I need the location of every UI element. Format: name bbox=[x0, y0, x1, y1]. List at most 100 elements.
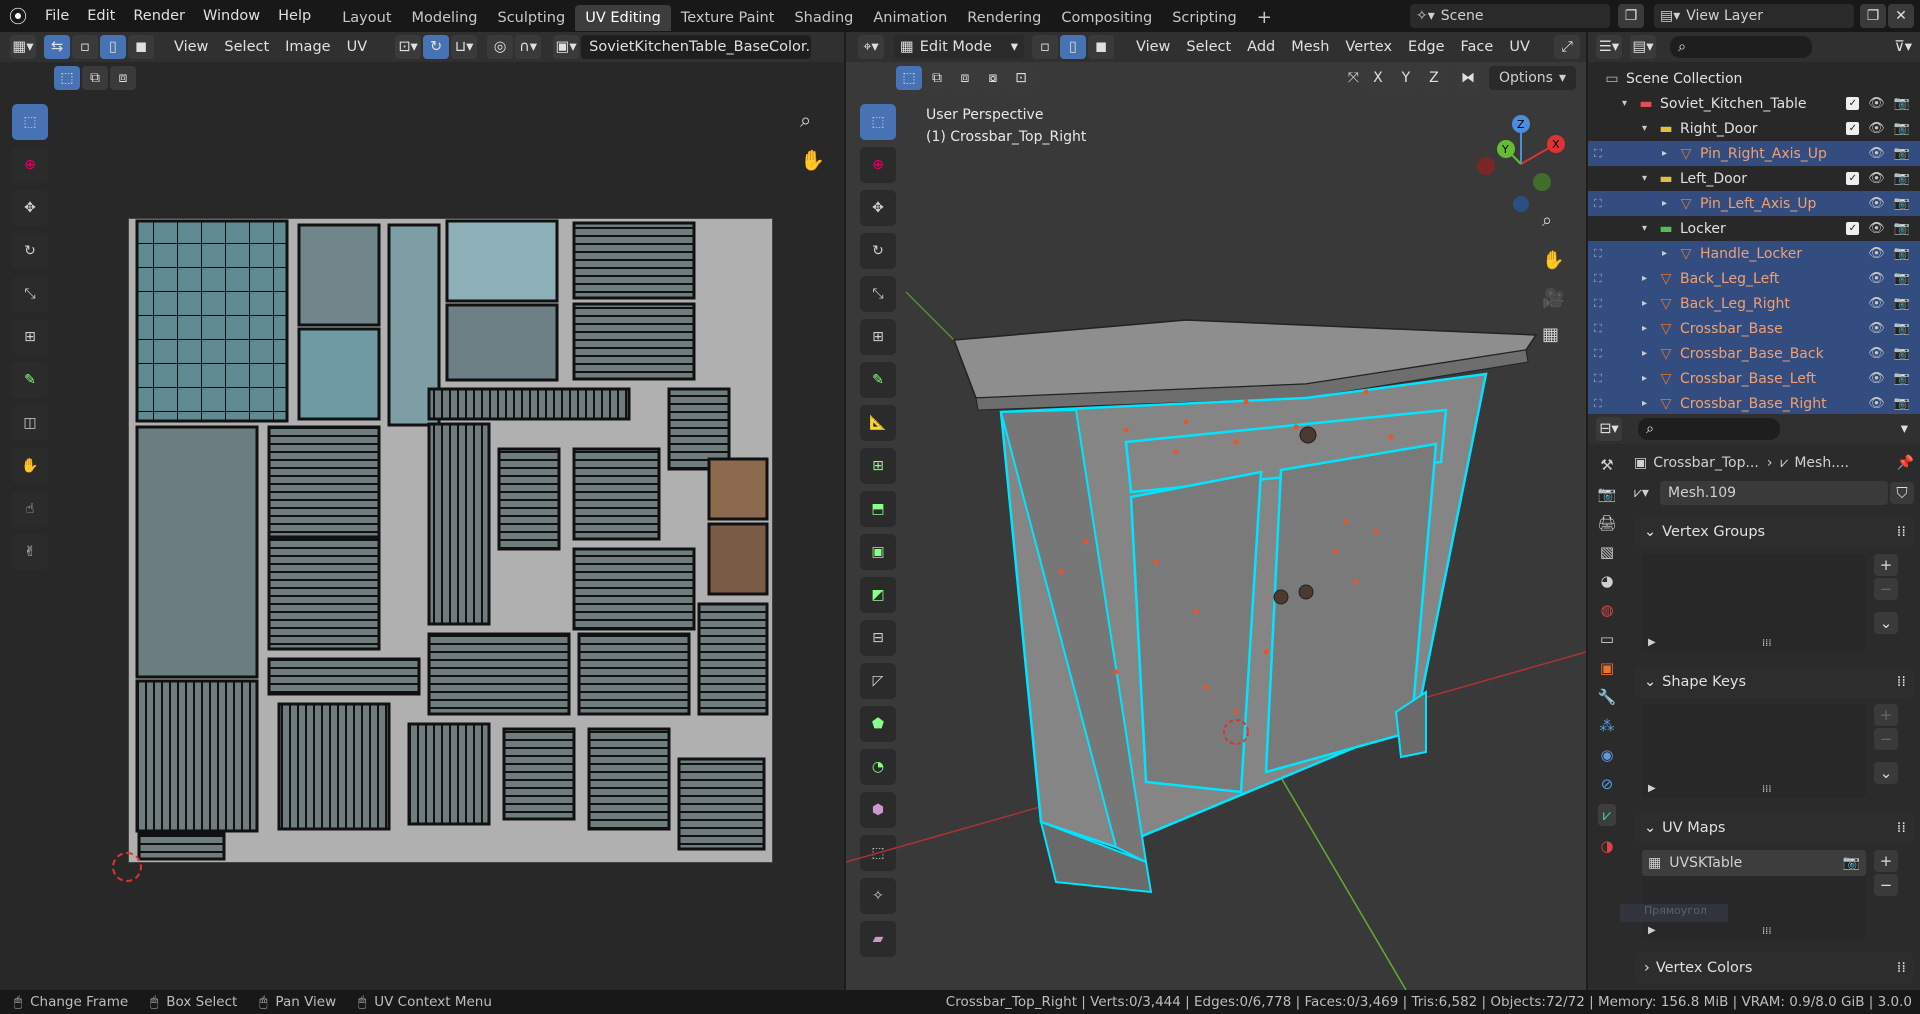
camera-icon[interactable]: 📷 bbox=[1843, 855, 1860, 871]
box-select-invert-icon[interactable]: ⧇ bbox=[980, 66, 1006, 90]
vertex-colors-panel-header[interactable]: › Vertex Colors ⁞⁞ bbox=[1634, 952, 1914, 984]
chevron-right-icon[interactable]: ▸ bbox=[1662, 248, 1676, 259]
chevron-right-icon[interactable]: ▸ bbox=[1662, 148, 1676, 159]
menu-file[interactable]: File bbox=[36, 0, 78, 32]
chevron-right-icon[interactable]: ▸ bbox=[1642, 348, 1656, 359]
outliner-item[interactable]: ▾ ▬ Locker ✓ 👁 📷 bbox=[1588, 216, 1920, 241]
mode-selector[interactable]: ▦ Edit Mode ▾ bbox=[894, 35, 1024, 59]
face-select-icon[interactable]: ◼ bbox=[128, 35, 154, 59]
camera-icon[interactable]: 📷 bbox=[1894, 121, 1910, 136]
outliner-item[interactable]: ▾ ▬ Left_Door ✓ 👁 📷 bbox=[1588, 166, 1920, 191]
transform-orientation-icon[interactable]: ⤢ bbox=[1554, 35, 1580, 59]
uv-maps-panel-header[interactable]: ⌄ UV Maps ⁞⁞ bbox=[1634, 812, 1914, 844]
tab-compositing[interactable]: Compositing bbox=[1051, 5, 1162, 31]
eye-icon[interactable]: 👁 bbox=[1868, 346, 1885, 361]
box-select-new-icon[interactable]: ⬚ bbox=[896, 66, 922, 90]
tab-layout[interactable]: Layout bbox=[332, 5, 401, 31]
tab-scripting[interactable]: Scripting bbox=[1162, 5, 1246, 31]
mirror-icon[interactable]: ⤧ bbox=[1348, 70, 1359, 86]
rotate-tool-icon[interactable]: ↻ bbox=[12, 233, 48, 269]
eye-icon[interactable]: 👁 bbox=[1868, 96, 1885, 111]
outliner-item[interactable]: ▭ Scene Collection bbox=[1588, 66, 1920, 91]
scene-tab-icon[interactable]: ◕ bbox=[1600, 572, 1613, 590]
tab-texture-paint[interactable]: Texture Paint bbox=[671, 5, 785, 31]
add-workspace-button[interactable]: + bbox=[1247, 5, 1282, 31]
uv-map-item[interactable]: ▦ UVSKTable 📷 bbox=[1642, 850, 1866, 876]
tab-modeling[interactable]: Modeling bbox=[402, 5, 488, 31]
mirror-axis-y-button[interactable]: Y bbox=[1392, 66, 1419, 90]
edge-select-icon[interactable]: ▯ bbox=[1060, 35, 1086, 59]
edge-select-icon[interactable]: ▯ bbox=[100, 35, 126, 59]
chevron-right-icon[interactable]: ▶ bbox=[1648, 637, 1656, 648]
camera-icon[interactable]: 📷 bbox=[1894, 296, 1910, 311]
eye-icon[interactable]: 👁 bbox=[1868, 396, 1885, 411]
drag-handle-icon[interactable]: ⁞⁞ bbox=[1897, 674, 1906, 690]
view-layer-delete-icon[interactable]: ✕ bbox=[1888, 4, 1914, 28]
face-select-icon[interactable]: ◼ bbox=[1088, 35, 1114, 59]
blender-logo-icon[interactable]: ⦿ bbox=[0, 3, 36, 29]
material-tab-icon[interactable]: ◑ bbox=[1600, 837, 1613, 855]
viewport-menu-add[interactable]: Add bbox=[1239, 32, 1283, 62]
vertex-select-icon[interactable]: ▫ bbox=[72, 35, 98, 59]
outliner-item[interactable]: ⛶ ▸ ▽ Back_Leg_Left 👁 📷 bbox=[1588, 266, 1920, 291]
tab-animation[interactable]: Animation bbox=[863, 5, 957, 31]
outliner-item[interactable]: ▾ ▬ Right_Door ✓ 👁 📷 bbox=[1588, 116, 1920, 141]
viewport-menu-uv[interactable]: UV bbox=[1501, 32, 1538, 62]
menu-render[interactable]: Render bbox=[124, 0, 194, 32]
camera-icon[interactable]: 📷 bbox=[1894, 346, 1910, 361]
outliner-item[interactable]: ⛶ ▸ ▽ Back_Leg_Right 👁 📷 bbox=[1588, 291, 1920, 316]
vertex-select-icon[interactable]: ▫ bbox=[1032, 35, 1058, 59]
uv-menu-image[interactable]: Image bbox=[277, 32, 338, 62]
outliner-item[interactable]: ⛶ ▸ ▽ Crossbar_Base_Left 👁 📷 bbox=[1588, 366, 1920, 391]
remove-shape-key-button[interactable]: − bbox=[1874, 728, 1898, 750]
drag-handle-icon[interactable]: ⁞⁞ bbox=[1897, 820, 1906, 836]
eye-icon[interactable]: 👁 bbox=[1868, 146, 1885, 161]
chevron-down-icon[interactable]: ▾ bbox=[1642, 173, 1656, 184]
zoom-view-icon[interactable]: ⌕ bbox=[800, 108, 811, 132]
tab-rendering[interactable]: Rendering bbox=[957, 5, 1051, 31]
outliner-item[interactable]: ⛶ ▸ ▽ Pin_Left_Axis_Up 👁 📷 bbox=[1588, 191, 1920, 216]
view-layer-selector[interactable]: ▤▾ View Layer bbox=[1654, 4, 1854, 28]
physics-tab-icon[interactable]: ◉ bbox=[1600, 746, 1613, 764]
editor-type-icon[interactable]: ☰▾ bbox=[1596, 35, 1622, 59]
outliner-search-input[interactable]: ⌕ bbox=[1670, 36, 1812, 58]
add-uv-map-button[interactable]: + bbox=[1874, 850, 1898, 872]
resize-grip-icon[interactable]: ⁞⁞⁞ bbox=[1762, 784, 1772, 795]
box-select-extend-icon[interactable]: ⧉ bbox=[82, 66, 108, 90]
mirror-axis-x-button[interactable]: X bbox=[1364, 66, 1391, 90]
vertex-group-specials-button[interactable]: ⌄ bbox=[1874, 612, 1898, 634]
constraints-tab-icon[interactable]: ⊘ bbox=[1601, 775, 1614, 793]
uv-menu-select[interactable]: Select bbox=[216, 32, 277, 62]
eye-icon[interactable]: 👁 bbox=[1868, 246, 1885, 261]
output-tab-icon[interactable]: 🖨 bbox=[1597, 514, 1616, 532]
menu-window[interactable]: Window bbox=[194, 0, 269, 32]
chevron-right-icon[interactable]: ▸ bbox=[1642, 273, 1656, 284]
chevron-down-icon[interactable]: ▾ bbox=[1642, 223, 1656, 234]
box-select-new-icon[interactable]: ⬚ bbox=[54, 66, 80, 90]
checkbox-icon[interactable]: ✓ bbox=[1846, 97, 1860, 110]
menu-help[interactable]: Help bbox=[269, 0, 320, 32]
camera-icon[interactable]: 📷 bbox=[1894, 146, 1910, 161]
outliner-item[interactable]: ⛶ ▸ ▽ Handle_Locker 👁 📷 bbox=[1588, 241, 1920, 266]
snap-icon[interactable]: ⊔▾ bbox=[451, 35, 478, 59]
remove-vertex-group-button[interactable]: − bbox=[1874, 578, 1898, 600]
checkbox-icon[interactable]: ✓ bbox=[1846, 222, 1860, 235]
chevron-right-icon[interactable]: ▸ bbox=[1642, 398, 1656, 409]
remove-uv-map-button[interactable]: − bbox=[1874, 874, 1898, 896]
cursor-tool-icon[interactable]: ⊕ bbox=[12, 147, 48, 183]
rip-tool-icon[interactable]: ◫ bbox=[12, 405, 48, 441]
proportional-icon[interactable]: ◎ bbox=[487, 35, 514, 59]
chevron-right-icon[interactable]: ▸ bbox=[1642, 373, 1656, 384]
camera-icon[interactable]: 📷 bbox=[1894, 271, 1910, 286]
outliner-item[interactable]: ⛶ ▸ ▽ Crossbar_Base 👁 📷 bbox=[1588, 316, 1920, 341]
pan-view-icon[interactable]: ✋ bbox=[800, 148, 825, 172]
mesh-browse-icon[interactable]: ⩗▾ bbox=[1634, 485, 1660, 501]
image-browse-icon[interactable]: ▣▾ bbox=[553, 35, 580, 59]
render-tab-icon[interactable]: 📷 bbox=[1598, 485, 1617, 503]
tool-tab-icon[interactable]: ⚒ bbox=[1600, 456, 1613, 474]
camera-icon[interactable]: 📷 bbox=[1894, 171, 1910, 186]
tab-uv-editing[interactable]: UV Editing bbox=[575, 4, 671, 31]
scene-copy-icon[interactable]: ❐ bbox=[1618, 4, 1644, 28]
select-box-tool-icon[interactable]: ⬚ bbox=[12, 104, 48, 140]
chevron-down-icon[interactable]: ▾ bbox=[1622, 98, 1636, 109]
